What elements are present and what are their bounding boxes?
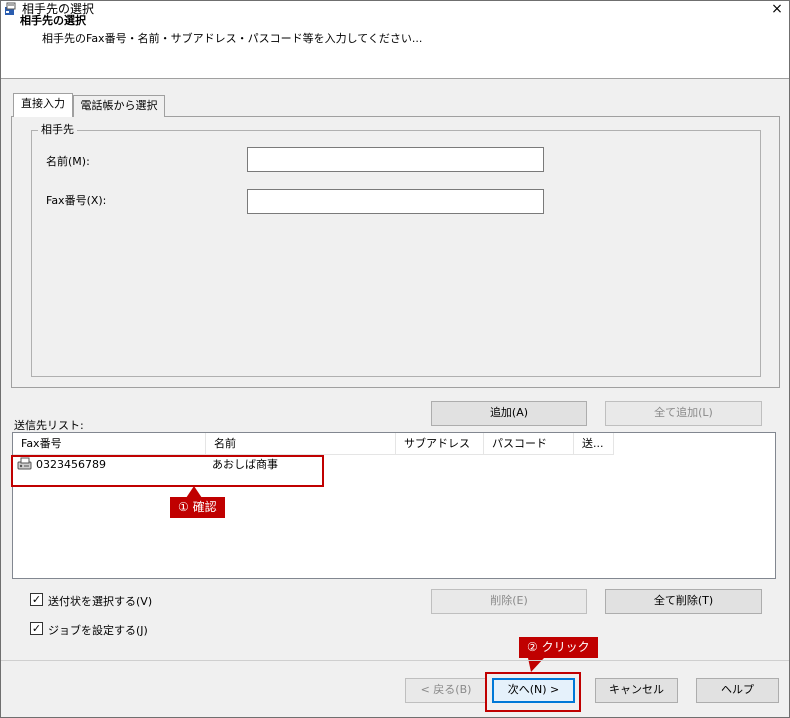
column-header-send[interactable]: 送... [574, 433, 614, 455]
tab-direct-input[interactable]: 直接入力 [13, 93, 73, 117]
cover-sheet-label: 送付状を選択する(V) [48, 595, 153, 608]
header-subtitle: 相手先のFax番号・名前・サブアドレス・パスコード等を入力してください... [42, 32, 423, 45]
add-button[interactable]: 追加(A) [431, 401, 587, 426]
send-list-label: 送信先リスト: [14, 419, 84, 432]
dialog-header [1, 19, 789, 79]
add-all-button[interactable]: 全て追加(L) [605, 401, 762, 426]
close-icon[interactable]: × [766, 0, 788, 18]
confirm-callout-label: ① 確認 [170, 497, 225, 518]
help-button[interactable]: ヘルプ [696, 678, 779, 703]
fax-app-icon [4, 2, 18, 16]
confirm-highlight-box [11, 455, 324, 487]
name-label: 名前(M): [46, 155, 90, 168]
column-header-passcode[interactable]: パスコード [484, 433, 574, 455]
title-bar [1, 1, 789, 19]
job-settings-label: ジョブを設定する(J) [48, 624, 148, 637]
footer-separator [1, 660, 789, 661]
column-header-fax[interactable]: Fax番号 [13, 433, 206, 455]
column-header-subaddress[interactable]: サブアドレス [396, 433, 484, 455]
recipient-group-legend: 相手先 [38, 123, 77, 136]
job-settings-checkbox[interactable]: ✓ [30, 622, 43, 635]
column-header-name[interactable]: 名前 [206, 433, 396, 455]
fax-number-label: Fax番号(X): [46, 194, 107, 207]
name-input[interactable] [247, 147, 544, 172]
tab-phonebook[interactable]: 電話帳から選択 [73, 95, 165, 117]
click-callout-label: ② クリック [519, 637, 598, 658]
cancel-button[interactable]: キャンセル [595, 678, 678, 703]
delete-button[interactable]: 削除(E) [431, 589, 587, 614]
cover-sheet-checkbox[interactable]: ✓ [30, 593, 43, 606]
back-button[interactable]: < 戻る(B) [405, 678, 487, 703]
header-title: 相手先の選択 [20, 14, 86, 27]
delete-all-button[interactable]: 全て削除(T) [605, 589, 762, 614]
fax-number-input[interactable] [247, 189, 544, 214]
next-button[interactable]: 次へ(N) > [492, 678, 575, 703]
